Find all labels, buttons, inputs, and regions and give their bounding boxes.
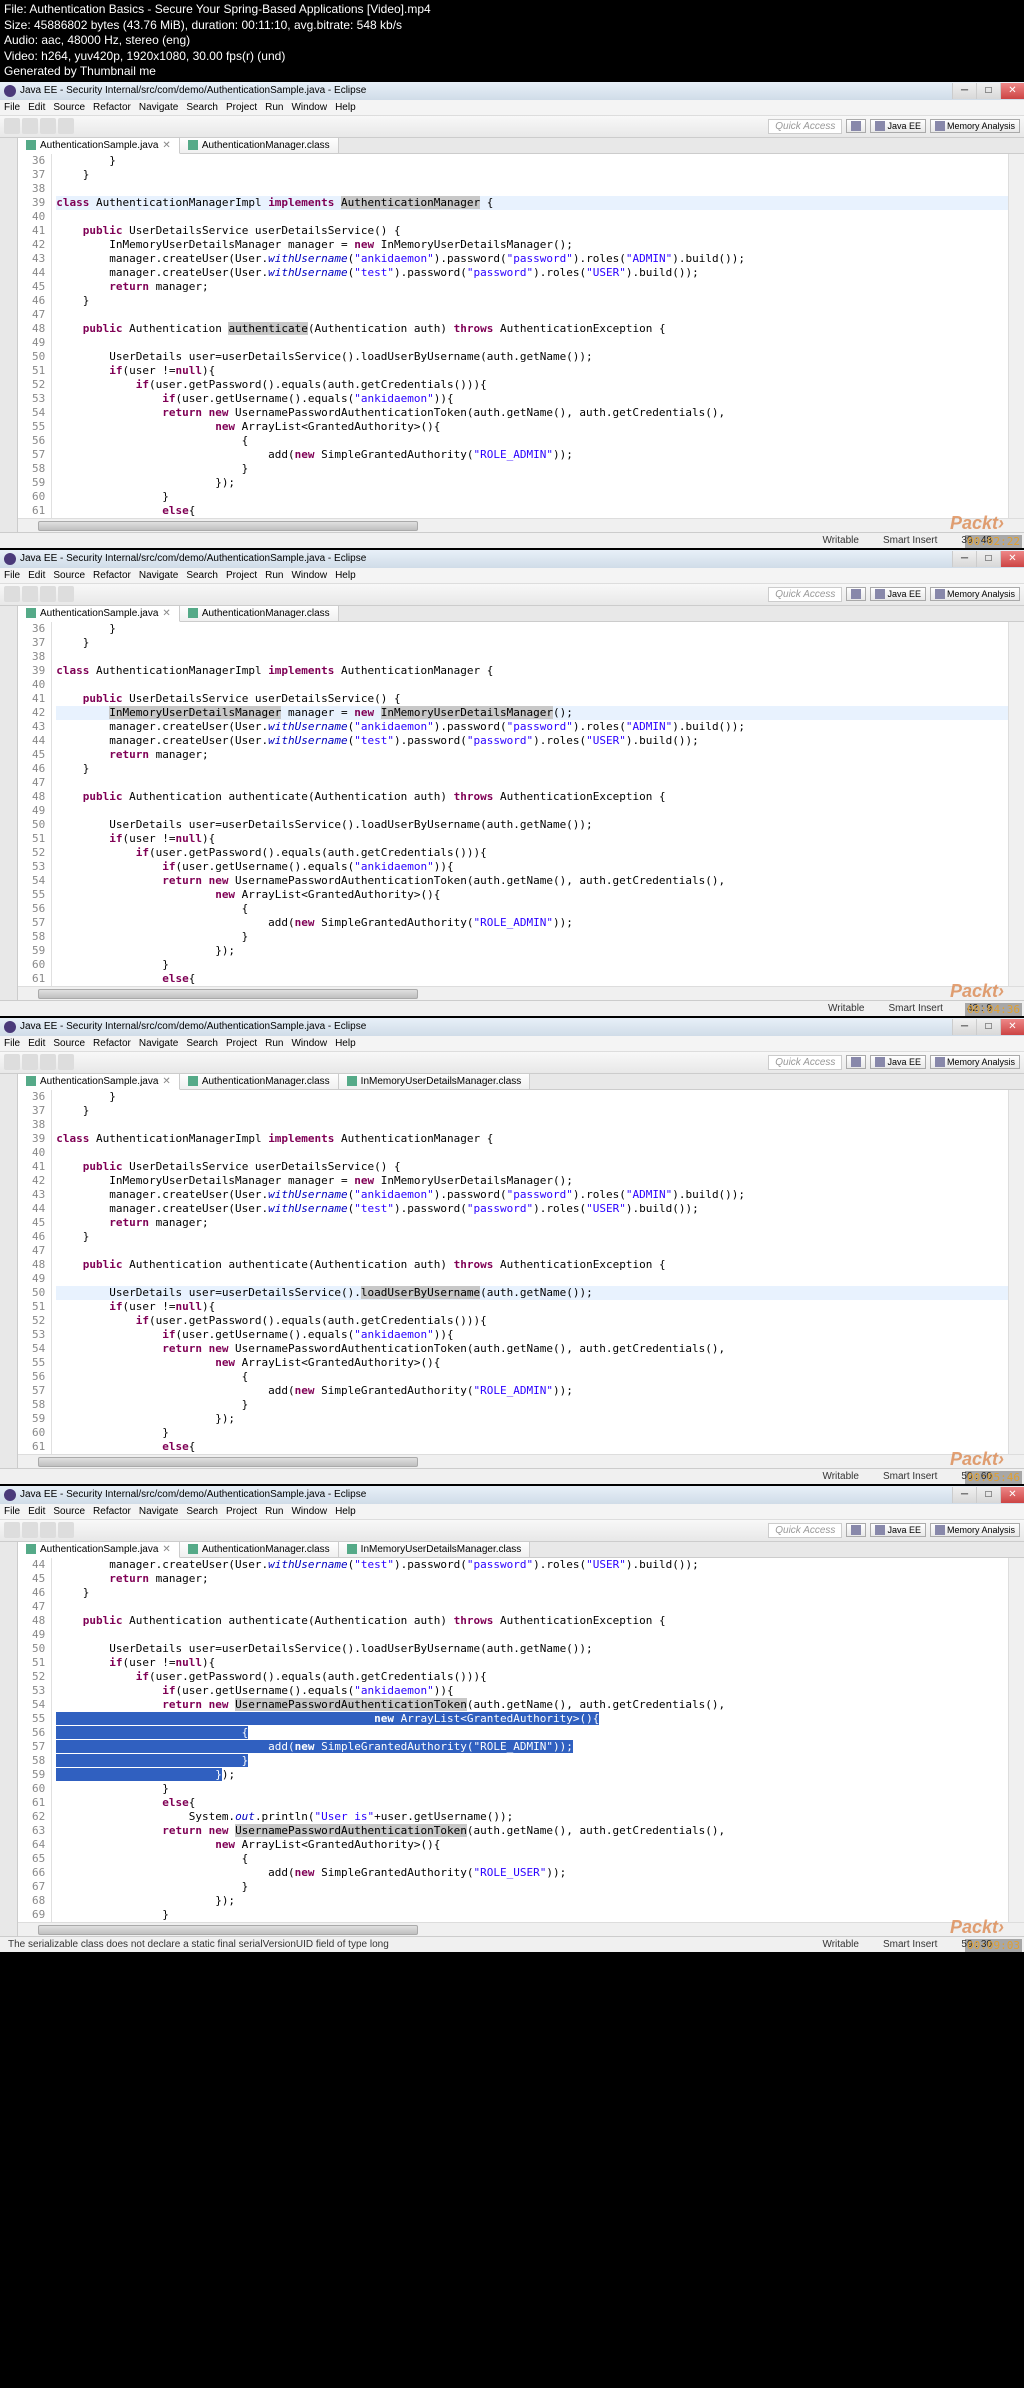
packt-logo: Packt› [950, 513, 1004, 534]
problem-message: The serializable class does not declare … [8, 1939, 798, 1950]
perspective-memory[interactable]: Memory Analysis [930, 119, 1020, 133]
run-icon[interactable] [58, 118, 74, 134]
close-button[interactable]: ✕ [1000, 83, 1024, 99]
file-metadata: File: Authentication Basics - Secure You… [0, 0, 1024, 82]
code-editor[interactable]: } } class AuthenticationManagerImpl impl… [52, 622, 1008, 986]
horizontal-scrollbar[interactable] [18, 518, 1024, 532]
perspective-switcher[interactable] [846, 119, 866, 133]
eclipse-window-3: Java EE - Security Internal/src/com/demo… [0, 1018, 1024, 1484]
line-numbers: 3637383940414243444546474849505152535455… [18, 154, 52, 518]
overview-ruler[interactable] [1008, 154, 1024, 518]
new-icon[interactable] [4, 118, 20, 134]
code-editor[interactable]: manager.createUser(User.withUsername("te… [52, 1558, 1008, 1922]
window-titlebar[interactable]: Java EE - Security Internal/src/com/demo… [0, 82, 1024, 100]
menubar[interactable]: FileEditSourceRefactorNavigateSearchProj… [0, 100, 1024, 116]
eclipse-window-2: Java EE - Security Internal/src/com/demo… [0, 550, 1024, 1016]
main-toolbar[interactable]: Quick Access Java EE Memory Analysis [0, 116, 1024, 138]
eclipse-window-1: Java EE - Security Internal/src/com/demo… [0, 82, 1024, 548]
code-editor[interactable]: } } class AuthenticationManagerImpl impl… [52, 1090, 1008, 1454]
quick-access-input[interactable]: Quick Access [768, 119, 842, 134]
close-icon: ✕ [162, 140, 170, 151]
editor-tabs[interactable]: AuthenticationSample.java✕ Authenticatio… [18, 138, 1024, 154]
tab-authmanager[interactable]: AuthenticationManager.class [180, 138, 339, 153]
timestamp: 00:02:22 [965, 535, 1022, 548]
status-bar: WritableSmart Insert39 : 48 [0, 532, 1024, 548]
code-editor[interactable]: } } class AuthenticationManagerImpl impl… [52, 154, 1008, 518]
eclipse-icon [4, 85, 16, 97]
left-trim [0, 138, 18, 532]
perspective-javaee[interactable]: Java EE [870, 119, 926, 133]
eclipse-window-4: Java EE - Security Internal/src/com/demo… [0, 1486, 1024, 1952]
save-icon[interactable] [22, 118, 38, 134]
debug-icon[interactable] [40, 118, 56, 134]
tab-authsample[interactable]: AuthenticationSample.java✕ [18, 138, 180, 154]
minimize-button[interactable]: ─ [952, 83, 976, 99]
maximize-button[interactable]: □ [976, 83, 1000, 99]
